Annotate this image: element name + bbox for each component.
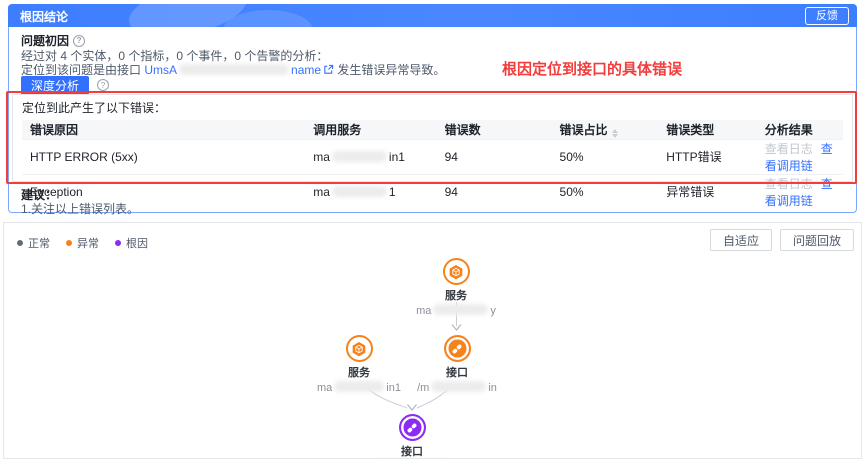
service-icon xyxy=(346,335,373,362)
service-prefix: ma xyxy=(313,185,330,199)
root-cause-dot-icon xyxy=(115,240,121,246)
help-icon[interactable]: ? xyxy=(97,79,109,91)
col-error-ratio-label: 错误占比 xyxy=(560,123,608,137)
panel-title: 根因结论 xyxy=(20,8,68,25)
root-cause-panel: 问题初因 ? 经过对 4 个实体，0 个指标，0 个事件，0 个告警的分析： 定… xyxy=(8,27,857,213)
deep-analysis-button[interactable]: 深度分析 xyxy=(21,76,89,95)
col-error-reason: 错误原因 xyxy=(22,120,305,139)
node-name-prefix: /m xyxy=(417,382,429,394)
node-name-prefix: ma xyxy=(416,305,431,317)
node-name: /m in xyxy=(392,381,522,394)
node-name-suffix: y xyxy=(490,305,496,317)
node-interface-root[interactable]: 接口 Umme xyxy=(347,414,477,459)
cell-service: ma in1 xyxy=(305,139,436,174)
topology-toolbar: 自适应 问题回放 xyxy=(710,229,854,251)
service-prefix: ma xyxy=(313,150,330,164)
service-icon xyxy=(443,258,470,285)
interface-link-suffix: name xyxy=(291,63,321,77)
node-name-suffix: in xyxy=(488,382,497,394)
cell-actions: 查看日志查看调用链 xyxy=(757,174,843,209)
topology-panel: 正常 异常 根因 自适应 问题回放 服务 ma y xyxy=(3,222,862,459)
root-cause-page: 根因结论 反馈 问题初因 ? 经过对 4 个实体，0 个指标，0 个事件，0 个… xyxy=(0,0,865,459)
node-interface-right[interactable]: 接口 /m in xyxy=(392,335,522,394)
panel-header-bar: 根因结论 反馈 xyxy=(8,4,857,28)
col-error-ratio: 错误占比 xyxy=(552,120,659,139)
suggestion-item: 1.关注以上错误列表。 xyxy=(21,200,139,217)
legend-label: 异常 xyxy=(77,235,99,251)
service-suffix: 1 xyxy=(389,185,396,199)
cell-reason: HTTP ERROR (5xx) xyxy=(22,139,305,174)
help-icon[interactable]: ? xyxy=(73,35,85,47)
redacted-text xyxy=(433,304,488,315)
error-table: 错误原因 调用服务 错误数 错误占比 错误类型 分析结果 HTTP ERROR … xyxy=(22,120,843,209)
view-log-link[interactable]: 查看日志 xyxy=(765,177,813,191)
normal-dot-icon xyxy=(17,240,23,246)
cell-ratio: 50% xyxy=(552,174,659,209)
interface-link-prefix: UmsA xyxy=(144,63,177,77)
conclusion-suffix: 发生错误异常导致。 xyxy=(337,63,445,77)
auto-fit-button[interactable]: 自适应 xyxy=(710,229,772,251)
view-log-link[interactable]: 查看日志 xyxy=(765,142,813,156)
interface-link[interactable]: UmsA name xyxy=(144,63,321,77)
table-row: HTTP ERROR (5xx) ma in1 94 50% HTTP错误 查看日… xyxy=(22,139,843,174)
col-error-type: 错误类型 xyxy=(658,120,757,139)
conclusion-prefix: 定位到该问题是由接口 xyxy=(21,63,141,77)
cell-ratio: 50% xyxy=(552,139,659,174)
legend-item-normal: 正常 xyxy=(17,235,50,251)
problem-replay-button[interactable]: 问题回放 xyxy=(780,229,854,251)
table-row: Exception ma1 94 50% 异常错误 查看日志查看调用链 xyxy=(22,174,843,209)
cell-actions: 查看日志查看调用链 xyxy=(757,139,843,174)
redacted-text xyxy=(431,381,486,392)
node-name-prefix: ma xyxy=(317,382,332,394)
legend-label: 正常 xyxy=(28,235,50,251)
cell-type: HTTP错误 xyxy=(658,139,757,174)
col-calling-service: 调用服务 xyxy=(305,120,436,139)
cell-count: 94 xyxy=(437,174,552,209)
redacted-text xyxy=(334,381,384,392)
interface-icon xyxy=(444,335,471,362)
node-name: ma y xyxy=(391,304,521,317)
node-type-label: 接口 xyxy=(347,443,477,459)
annotation-text: 根因定位到接口的具体错误 xyxy=(502,58,682,79)
legend-label: 根因 xyxy=(126,235,148,251)
redacted-text xyxy=(179,64,289,75)
node-service-top[interactable]: 服务 ma y xyxy=(391,258,521,317)
abnormal-dot-icon xyxy=(66,240,72,246)
external-link-icon[interactable] xyxy=(323,64,334,78)
cell-count: 94 xyxy=(437,139,552,174)
redacted-text xyxy=(332,186,387,197)
node-type-label: 服务 xyxy=(391,287,521,303)
redacted-text xyxy=(332,151,387,162)
status-legend: 正常 异常 根因 xyxy=(17,235,148,251)
cell-service: ma 1 xyxy=(305,174,436,209)
legend-item-abnormal: 异常 xyxy=(66,235,99,251)
col-analysis-result: 分析结果 xyxy=(757,120,843,139)
node-type-label: 接口 xyxy=(392,364,522,380)
interface-icon xyxy=(399,414,426,441)
service-suffix: in1 xyxy=(389,150,405,164)
error-list-box: 定位到此产生了以下错误： 错误原因 调用服务 错误数 错误占比 错误类型 分析结… xyxy=(12,94,853,182)
feedback-button[interactable]: 反馈 xyxy=(805,7,849,25)
col-error-count: 错误数 xyxy=(437,120,552,139)
error-list-intro: 定位到此产生了以下错误： xyxy=(22,99,843,116)
cell-type: 异常错误 xyxy=(658,174,757,209)
legend-item-root: 根因 xyxy=(115,235,148,251)
sort-icon[interactable] xyxy=(612,129,618,138)
error-table-header-row: 错误原因 调用服务 错误数 错误占比 错误类型 分析结果 xyxy=(22,120,843,139)
